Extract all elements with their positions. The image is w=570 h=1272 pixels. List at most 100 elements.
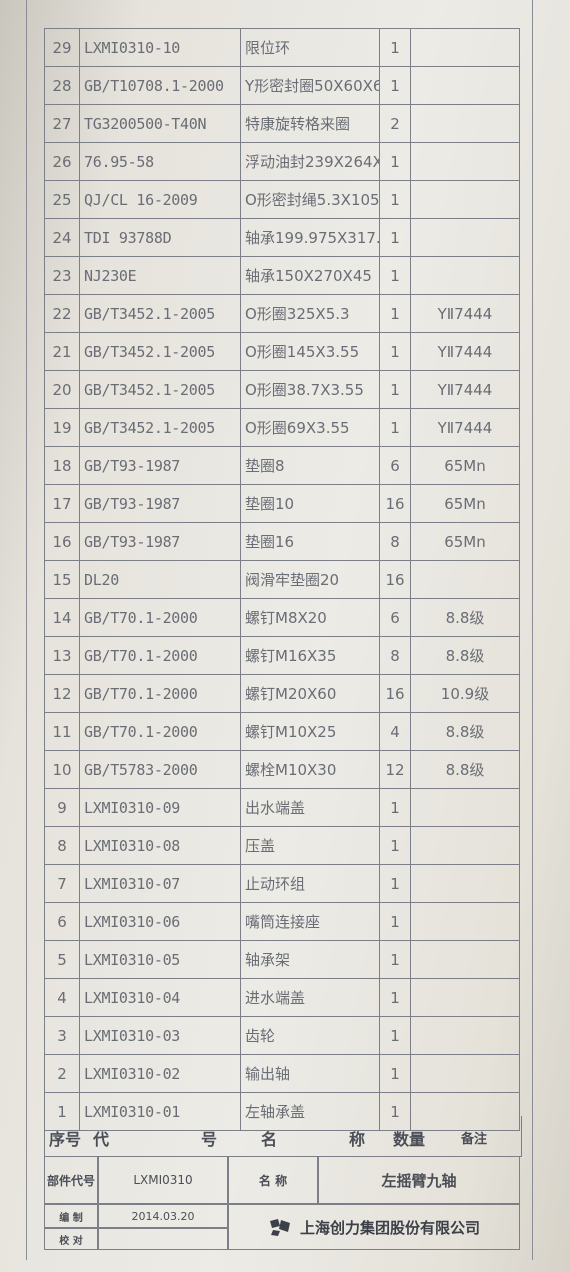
quantity: 1 [379, 902, 411, 941]
parts-row: 2 LXMI0310-02 输出轴 1 [44, 1054, 520, 1093]
part-code: GB/T70.1-2000 [79, 636, 241, 675]
remark: YⅡ7444 [410, 408, 520, 447]
remark: 10.9级 [410, 674, 520, 713]
quantity: 1 [379, 218, 411, 257]
part-name: 螺钉M20X60 [240, 674, 380, 713]
remark [410, 1016, 520, 1055]
quantity: 1 [379, 940, 411, 979]
parts-row: 18 GB/T93-1987 垫圈8 6 65Mn [44, 446, 520, 485]
quantity: 12 [379, 750, 411, 789]
item-number: 14 [44, 598, 80, 637]
remark [410, 28, 520, 67]
item-number: 29 [44, 28, 80, 67]
parts-row: 2676.95-58浮动油封239X264X341 [44, 142, 520, 181]
parts-row: 9 LXMI0310-09 出水端盖 1 [44, 788, 520, 827]
quantity: 1 [379, 864, 411, 903]
item-number: 19 [44, 408, 80, 447]
quantity: 6 [379, 598, 411, 637]
quantity: 16 [379, 484, 411, 523]
item-number: 16 [44, 522, 80, 561]
quantity: 1 [379, 1016, 411, 1055]
checked-value [98, 1228, 228, 1250]
item-number: 7 [44, 864, 80, 903]
remark: YⅡ7444 [410, 332, 520, 371]
parts-row: 5 LXMI0310-05 轴承架 1 [44, 940, 520, 979]
quantity: 1 [379, 66, 411, 105]
remark: 65Mn [410, 522, 520, 561]
part-code: GB/T70.1-2000 [79, 598, 241, 637]
quantity: 1 [379, 332, 411, 371]
quantity: 1 [379, 978, 411, 1017]
remark: YⅡ7444 [410, 370, 520, 409]
remark: 8.8级 [410, 636, 520, 675]
remark [410, 826, 520, 865]
part-code: GB/T3452.1-2005 [79, 294, 241, 333]
quantity: 1 [379, 370, 411, 409]
part-name: 垫圈8 [240, 446, 380, 485]
part-name: 嘴筒连接座 [240, 902, 380, 941]
remark [410, 104, 520, 143]
parts-row: 6 LXMI0310-06 嘴筒连接座 1 [44, 902, 520, 941]
item-number: 3 [44, 1016, 80, 1055]
remark: 65Mn [410, 484, 520, 523]
parts-row: 19 GB/T3452.1-2005 O形圈69X3.55 1 YⅡ7444 [44, 408, 520, 447]
quantity: 1 [379, 142, 411, 181]
parts-row: 10 GB/T5783-2000 螺栓M10X30 12 8.8级 [44, 750, 520, 789]
part-name: 轴承199.975X317.5X133.35 [240, 218, 380, 257]
remark: 8.8级 [410, 750, 520, 789]
part-name: 止动环组 [240, 864, 380, 903]
remark: 65Mn [410, 446, 520, 485]
quantity: 1 [379, 28, 411, 67]
remark: YⅡ7444 [410, 294, 520, 333]
item-number: 26 [44, 142, 80, 181]
parts-row: 23 NJ230E 轴承150X270X45 1 [44, 256, 520, 295]
item-number: 20 [44, 370, 80, 409]
part-name: 特康旋转格来圈 [240, 104, 380, 143]
quantity: 6 [379, 446, 411, 485]
part-code: DL20 [79, 560, 241, 599]
header-code-1: 代 [93, 1130, 110, 1149]
parts-row: 20 GB/T3452.1-2005 O形圈38.7X3.55 1 YⅡ7444 [44, 370, 520, 409]
parts-row: 7 LXMI0310-07 止动环组 1 [44, 864, 520, 903]
quantity: 1 [379, 788, 411, 827]
company-logo-icon [269, 1219, 290, 1236]
part-name: 螺钉M16X35 [240, 636, 380, 675]
part-code: GB/T70.1-2000 [79, 712, 241, 751]
part-name: 垫圈16 [240, 522, 380, 561]
header-qty: 数量 [393, 1130, 426, 1149]
part-code: LXMI0310-09 [79, 788, 241, 827]
part-code: LXMI0310-10 [79, 28, 241, 67]
parts-row: 22 GB/T3452.1-2005 O形圈325X5.3 1 YⅡ7444 [44, 294, 520, 333]
header-name-2: 称 [349, 1130, 366, 1149]
header-remark: 备注 [461, 1132, 488, 1147]
parts-row: 4 LXMI0310-04 进水端盖 1 [44, 978, 520, 1017]
item-number: 9 [44, 788, 80, 827]
part-code: GB/T3452.1-2005 [79, 408, 241, 447]
item-number: 8 [44, 826, 80, 865]
remark [410, 1054, 520, 1093]
part-name: 轴承150X270X45 [240, 256, 380, 295]
company-name: 上海创力集团股份有限公司 [299, 1218, 480, 1237]
part-code: GB/T93-1987 [79, 446, 241, 485]
company-cell: 上海创力集团股份有限公司 [228, 1204, 520, 1250]
part-code: GB/T3452.1-2005 [79, 370, 241, 409]
part-code: LXMI0310-02 [79, 1054, 241, 1093]
part-code: LXMI0310-05 [79, 940, 241, 979]
part-name: Y形密封圈50X60X6.3 [240, 66, 380, 105]
item-number: 24 [44, 218, 80, 257]
header-name-1: 名 [261, 1130, 278, 1149]
quantity: 8 [379, 636, 411, 675]
item-number: 10 [44, 750, 80, 789]
parts-row: 12 GB/T70.1-2000 螺钉M20X60 16 10.9级 [44, 674, 520, 713]
item-number: 12 [44, 674, 80, 713]
part-code: LXMI0310-04 [79, 978, 241, 1017]
quantity: 16 [379, 560, 411, 599]
part-name: O形圈325X5.3 [240, 294, 380, 333]
quantity: 1 [379, 408, 411, 447]
parts-list-table: 29 LXMI0310-10 限位环 1 28 GB/T10708.1-2000 Y形密封圈… [44, 28, 520, 1131]
name-label: 名 称 [228, 1156, 318, 1204]
parts-row: 21 GB/T3452.1-2005 O形圈145X3.55 1 YⅡ7444 [44, 332, 520, 371]
part-name: 螺钉M10X25 [240, 712, 380, 751]
parts-row: 27 TG3200500-T40N 特康旋转格来圈 2 [44, 104, 520, 143]
part-code: GB/T10708.1-2000 [79, 66, 241, 105]
